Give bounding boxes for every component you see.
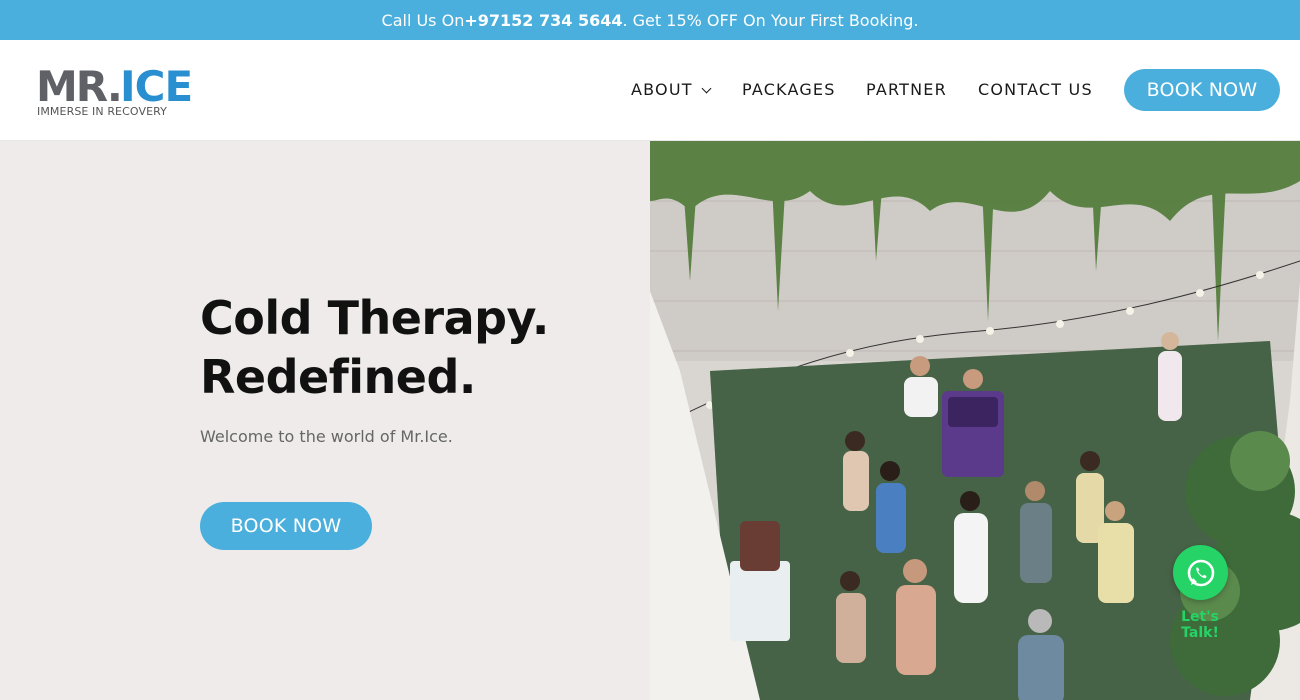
announcement-phone-link[interactable]: +97152 734 5644 <box>464 11 622 30</box>
announcement-prefix: Call Us On <box>381 10 465 30</box>
announcement-suffix: . Get 15% OFF On Your First Booking. <box>622 10 919 30</box>
nav-item-about[interactable]: ABOUT <box>631 80 712 100</box>
nav-item-label: PACKAGES <box>742 80 836 99</box>
logo-tagline: IMMERSE IN RECOVERY <box>37 105 167 118</box>
nav-item-label: PARTNER <box>866 80 947 99</box>
hero-subtitle: Welcome to the world of Mr.Ice. <box>200 427 453 446</box>
whatsapp-button[interactable] <box>1173 545 1228 600</box>
logo-mark-right: ICE <box>120 62 193 111</box>
chevron-down-icon <box>701 83 712 94</box>
whatsapp-icon <box>1187 559 1214 586</box>
site-header: MR. ICE IMMERSE IN RECOVERY ABOUT PACKAG… <box>0 40 1300 141</box>
nav-item-contact-us[interactable]: CONTACT US <box>978 80 1093 100</box>
nav-item-partner[interactable]: PARTNER <box>866 80 947 100</box>
nav-item-label: CONTACT US <box>978 80 1093 99</box>
hero-book-now-button[interactable]: BOOK NOW <box>200 502 372 550</box>
site-logo[interactable]: MR. ICE IMMERSE IN RECOVERY <box>36 62 193 121</box>
hero-text-panel: Cold Therapy. Redefined. Welcome to the … <box>0 141 650 700</box>
header-book-now-button[interactable]: BOOK NOW <box>1124 69 1280 111</box>
hero-title: Cold Therapy. Redefined. <box>200 289 549 407</box>
logo-mark-left: MR. <box>36 62 123 111</box>
nav-item-label: ABOUT <box>631 80 693 99</box>
announcement-bar: Call Us On +97152 734 5644 . Get 15% OFF… <box>0 0 1300 40</box>
whatsapp-label[interactable]: Let's Talk! <box>1160 609 1240 641</box>
nav-item-packages[interactable]: PACKAGES <box>742 80 836 100</box>
hero-title-line-1: Cold Therapy. <box>200 291 549 345</box>
hero-title-line-2: Redefined. <box>200 350 476 404</box>
